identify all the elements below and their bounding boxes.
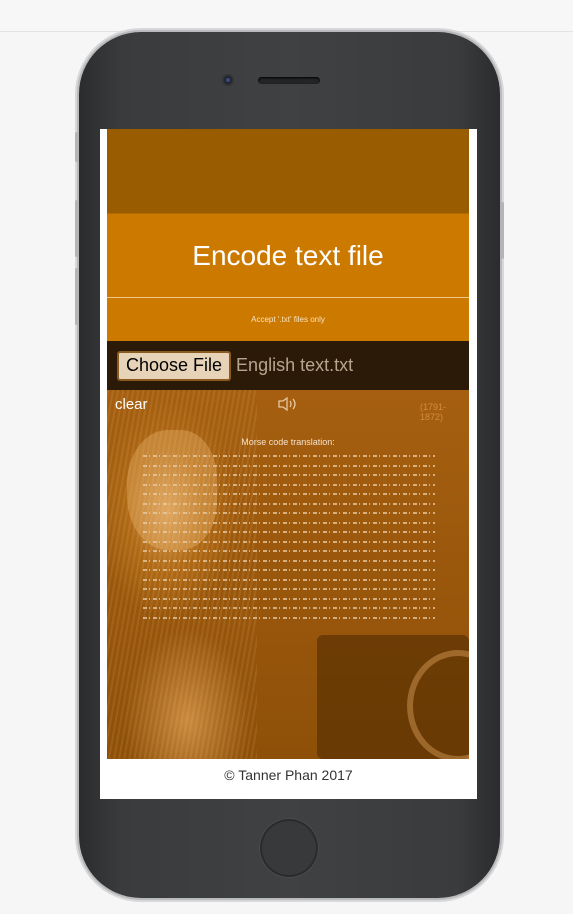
morse-line bbox=[143, 557, 435, 563]
morse-line bbox=[143, 472, 435, 477]
front-camera-icon bbox=[224, 76, 232, 84]
page-title: Encode text file bbox=[107, 213, 469, 298]
morse-line bbox=[143, 529, 435, 534]
power-button bbox=[500, 202, 504, 259]
speaker-icon[interactable] bbox=[277, 397, 299, 411]
morse-line bbox=[143, 605, 435, 610]
home-button[interactable] bbox=[260, 819, 318, 877]
volume-up-button bbox=[75, 200, 79, 257]
morse-line bbox=[143, 538, 435, 544]
portrait-years: (1791-1872) bbox=[420, 402, 447, 422]
file-input-row: Choose File English text.txt bbox=[107, 341, 469, 390]
clear-button[interactable]: clear bbox=[115, 396, 148, 413]
browser-top-bar bbox=[0, 0, 573, 32]
mute-switch bbox=[75, 132, 79, 162]
morse-line bbox=[143, 614, 435, 620]
volume-down-button bbox=[75, 268, 79, 325]
selected-file-name: English text.txt bbox=[236, 355, 354, 375]
background-portrait: clear (1791-1872) Morse code translation… bbox=[107, 390, 469, 759]
morse-line bbox=[143, 481, 435, 487]
footer-copyright: © Tanner Phan 2017 bbox=[224, 767, 353, 783]
morse-line bbox=[143, 462, 435, 468]
earpiece-speaker bbox=[258, 77, 320, 84]
morse-line bbox=[143, 595, 435, 601]
morse-label: Morse code translation: bbox=[241, 437, 335, 447]
morse-output bbox=[143, 453, 435, 624]
morse-line bbox=[143, 567, 435, 572]
morse-line bbox=[143, 491, 435, 496]
morse-line bbox=[143, 548, 435, 553]
phone-screen: Encode text file Accept '.txt' files onl… bbox=[100, 129, 477, 799]
header-bar bbox=[107, 129, 469, 213]
encoder-app: Encode text file Accept '.txt' files onl… bbox=[107, 129, 469, 759]
morse-line bbox=[143, 510, 435, 515]
morse-line bbox=[143, 586, 435, 591]
morse-line bbox=[143, 453, 435, 458]
morse-line bbox=[143, 519, 435, 525]
morse-line bbox=[143, 576, 435, 582]
morse-line bbox=[143, 500, 435, 506]
choose-file-button[interactable]: Choose File bbox=[117, 350, 232, 381]
file-type-hint: Accept '.txt' files only bbox=[107, 298, 469, 341]
